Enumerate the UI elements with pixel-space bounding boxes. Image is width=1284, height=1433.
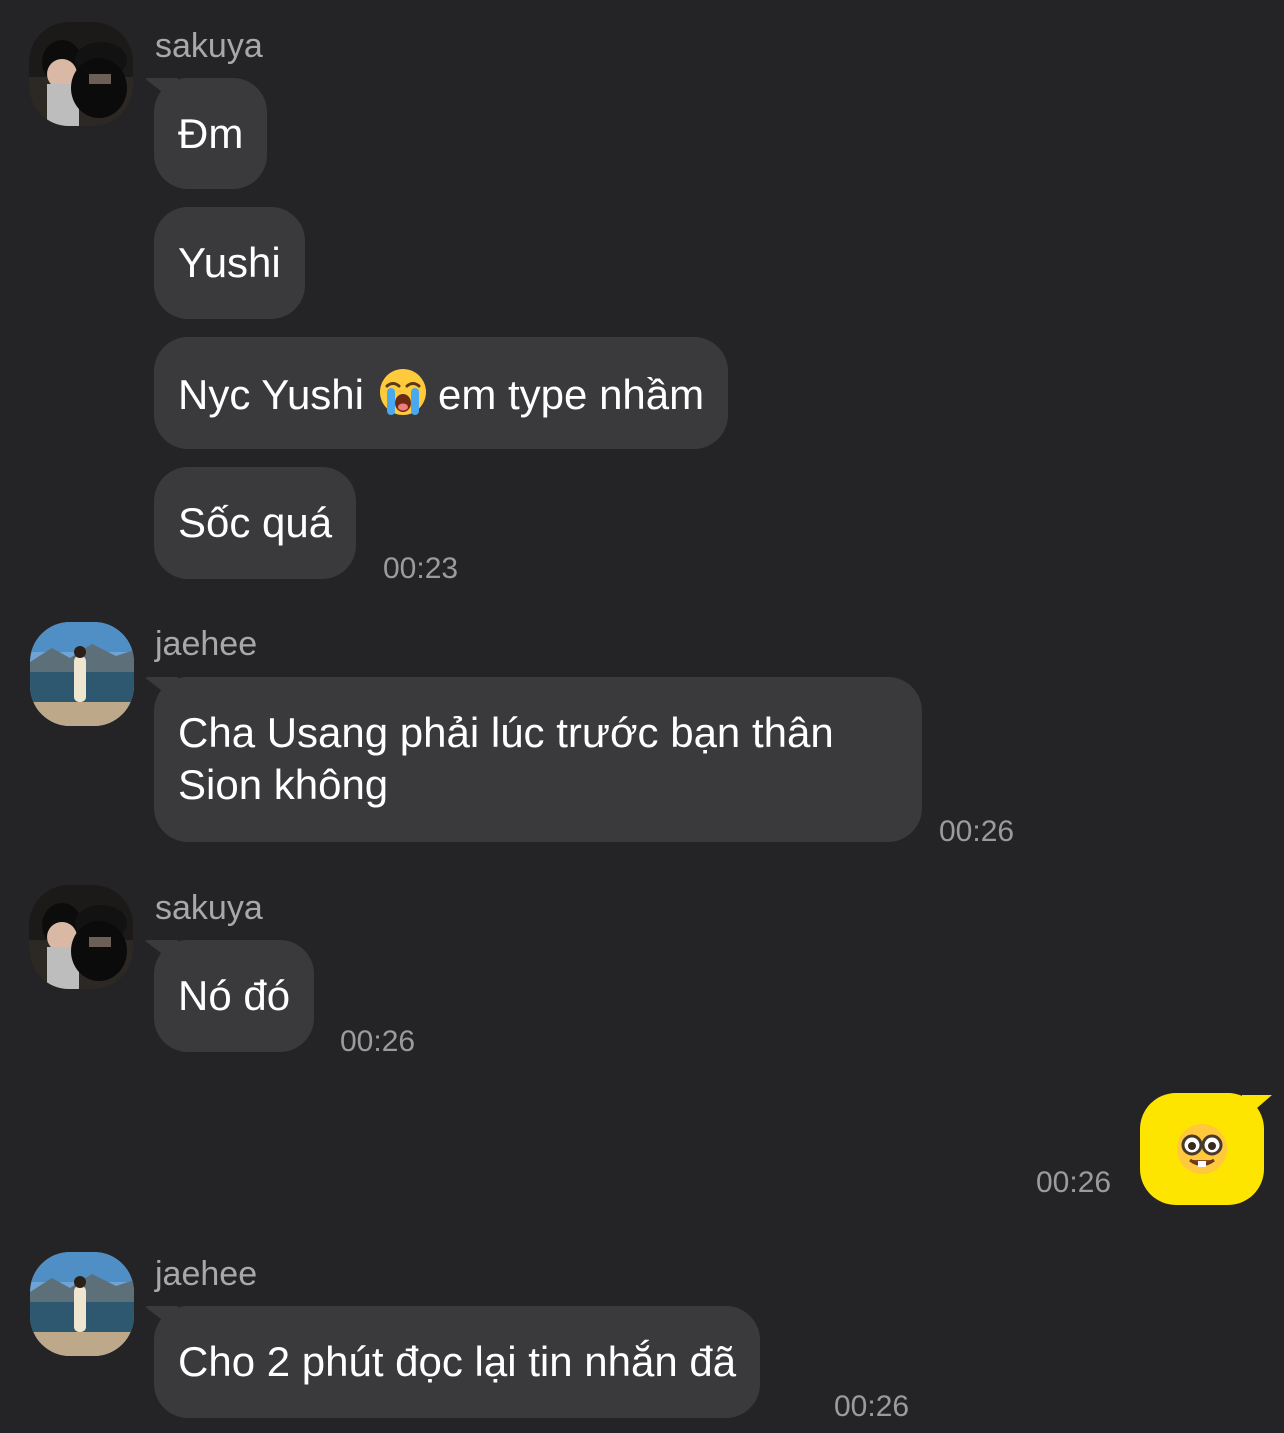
message-text: Yushi xyxy=(178,239,281,286)
avatar-photo-sakuya-icon xyxy=(29,22,133,126)
avatar-photo-jaehee-icon xyxy=(30,622,134,726)
avatar-photo-jaehee-icon xyxy=(30,1252,134,1356)
nerd-face-icon xyxy=(1177,1124,1227,1174)
sender-name: jaehee xyxy=(155,1255,258,1293)
avatar-jaehee[interactable] xyxy=(30,1252,134,1356)
message-bubble[interactable]: Nó đó xyxy=(154,940,315,1052)
message-bubble[interactable]: Cha Usang phải lúc trước bạn thân Sion k… xyxy=(154,677,922,842)
loudly-crying-face-icon xyxy=(380,369,426,415)
message-timestamp: 00:23 xyxy=(383,552,459,585)
message-text: Cha Usang phải lúc trước bạn thân Sion k… xyxy=(178,709,834,808)
outgoing-message-bubble[interactable] xyxy=(1140,1093,1264,1205)
message-bubble[interactable]: Đm xyxy=(154,78,268,189)
message-timestamp: 00:26 xyxy=(340,1025,416,1058)
avatar-sakuya[interactable] xyxy=(29,22,133,126)
avatar-photo-sakuya-icon xyxy=(29,885,133,989)
message-bubble[interactable]: Yushi xyxy=(154,207,305,319)
message-text: em type nhầm xyxy=(438,371,705,418)
message-text: Sốc quá xyxy=(178,499,333,546)
message-timestamp: 00:26 xyxy=(1036,1166,1112,1199)
message-text: Nyc Yushi xyxy=(178,371,364,418)
sender-name: sakuya xyxy=(155,27,263,65)
message-bubble[interactable]: Nyc Yushi em type nhầm xyxy=(154,337,729,449)
chat-thread: sakuya Đm Yushi Nyc Yushi em type nhầm S… xyxy=(0,0,1284,1433)
message-timestamp: 00:26 xyxy=(834,1390,910,1423)
message-text: Nó đó xyxy=(178,972,291,1019)
sender-name: jaehee xyxy=(155,625,258,663)
message-bubble[interactable]: Cho 2 phút đọc lại tin nhắn đã xyxy=(154,1306,761,1418)
avatar-sakuya[interactable] xyxy=(29,885,133,989)
message-timestamp: 00:26 xyxy=(939,815,1015,848)
message-bubble[interactable]: Sốc quá xyxy=(154,467,357,579)
sender-name: sakuya xyxy=(155,889,263,927)
message-text: Cho 2 phút đọc lại tin nhắn đã xyxy=(178,1338,737,1385)
message-text: Đm xyxy=(178,110,244,157)
avatar-jaehee[interactable] xyxy=(30,622,134,726)
